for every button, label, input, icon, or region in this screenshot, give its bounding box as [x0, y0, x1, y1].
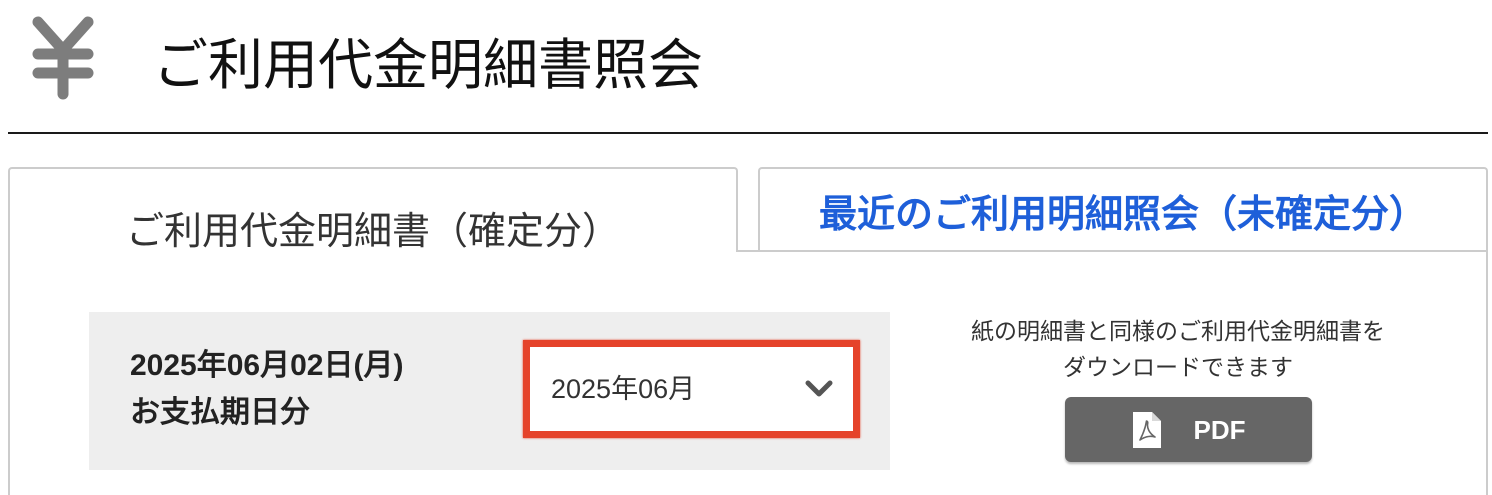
pdf-button-label: PDF: [1193, 414, 1246, 445]
due-date-suffix: お支払期日分: [130, 396, 310, 429]
pdf-file-icon: [1132, 411, 1161, 448]
statement-selector-box: 2025年06月02日(月) お支払期日分 2025年06月: [89, 312, 890, 470]
chevron-down-icon[interactable]: [805, 379, 833, 399]
download-description: 紙の明細書と同様のご利用代金明細書を ダウンロードできます: [940, 313, 1416, 385]
download-description-line: 紙の明細書と同様のご利用代金明細書を: [971, 318, 1385, 344]
tab-link-label[interactable]: 最近のご利用明細照会（未確定分）: [760, 192, 1486, 238]
header-divider: [8, 132, 1488, 134]
month-select-value: 2025年06月: [551, 374, 696, 404]
pdf-download-button[interactable]: PDF: [1065, 397, 1312, 462]
tab-recent-unconfirmed[interactable]: 最近のご利用明細照会（未確定分）: [758, 167, 1488, 250]
tab-confirmed-statement[interactable]: ご利用代金明細書（確定分）: [8, 167, 738, 253]
highlight-frame: 2025年06月: [523, 340, 860, 438]
yen-icon: [32, 16, 94, 100]
tab-panel: 2025年06月02日(月) お支払期日分 2025年06月 紙の明細書と同様の…: [8, 250, 1488, 495]
tab-label: ご利用代金明細書（確定分）: [125, 211, 620, 253]
statement-inquiry-page: ご利用代金明細書照会 ご利用代金明細書（確定分） 最近のご利用明細照会（未確定分…: [0, 0, 1492, 495]
page-title: ご利用代金明細書照会: [153, 34, 704, 96]
due-date: 2025年06月02日(月): [130, 349, 404, 382]
download-description-line: ダウンロードできます: [1063, 354, 1293, 380]
month-select[interactable]: 2025年06月: [530, 347, 853, 431]
